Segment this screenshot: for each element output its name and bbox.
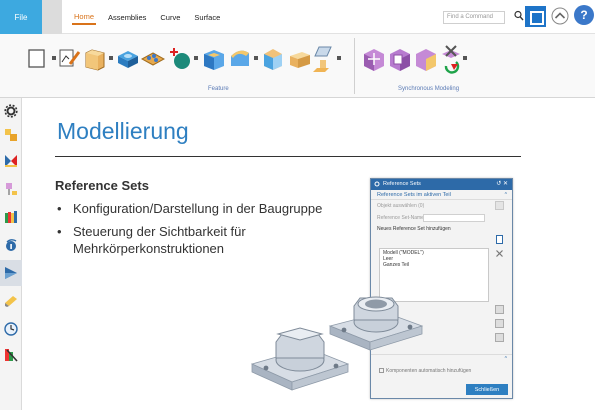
tab-home[interactable]: Home [72, 10, 97, 25]
bullet-item: Steuerung der Sichtbarkeit für Mehrkörpe… [55, 223, 345, 257]
help-icon[interactable]: ? [574, 5, 594, 25]
flange-parts-illustration [250, 296, 424, 391]
set-name-row[interactable]: Reference Set-Name [371, 212, 512, 224]
dropdown-icon[interactable] [463, 56, 467, 60]
ribbon-tabs: Home Assemblies Curve Surface [72, 0, 222, 34]
tab-assemblies[interactable]: Assemblies [106, 11, 148, 24]
list-item[interactable]: Ganzes Teil [383, 262, 485, 268]
unite-icon[interactable] [168, 44, 192, 74]
command-finder-input[interactable]: Find a Command [443, 11, 505, 24]
history-info-icon[interactable] [4, 238, 18, 252]
palette-icon[interactable] [4, 348, 18, 362]
search-icon[interactable] [514, 10, 524, 22]
info-icon[interactable] [495, 319, 504, 328]
dialog-section-header[interactable]: Reference Sets im aktiven Teil ^ [371, 190, 512, 200]
nx-window: File Home Assemblies Curve Surface Find … [0, 0, 595, 410]
synchronous-modeling-group-label: Synchronous Modeling [398, 86, 460, 92]
delete-icon[interactable] [495, 249, 504, 258]
flange-part [328, 296, 424, 351]
set-name-input[interactable] [423, 214, 485, 222]
offset-region-icon[interactable] [414, 44, 438, 74]
dialog-close-icon[interactable]: ↺ ✕ [496, 180, 508, 187]
dropdown-icon[interactable] [337, 56, 341, 60]
add-new-set-row[interactable]: Neues Reference Set hinzufügen [371, 224, 512, 234]
feature-group-label: Feature [208, 86, 229, 92]
file-menu-button[interactable]: File [0, 0, 42, 34]
new-set-icon[interactable] [495, 235, 504, 244]
window-toggle-icon[interactable] [525, 6, 546, 27]
assembly-navigator-icon[interactable] [4, 182, 18, 196]
hole-icon[interactable] [116, 44, 140, 74]
tab-curve[interactable]: Curve [158, 11, 182, 24]
select-object-row[interactable]: Objekt auswählen (0) [371, 200, 512, 212]
group-divider [354, 38, 355, 94]
chevron-up-icon[interactable]: ^ [505, 192, 507, 198]
properties-icon[interactable] [495, 305, 504, 314]
bullet-item: Konfiguration/Darstellung in der Baugrup… [55, 200, 345, 217]
sketch-navigator-icon[interactable] [4, 266, 18, 280]
draft-icon[interactable] [288, 44, 312, 74]
part-navigator-icon[interactable] [4, 128, 18, 142]
flange-part [250, 327, 350, 391]
tab-surface[interactable]: Surface [192, 11, 222, 24]
add-object-icon[interactable] [495, 201, 504, 210]
section-heading: Reference Sets [55, 178, 149, 193]
menu-bar: File Home Assemblies Curve Surface Find … [0, 0, 595, 34]
reuse-library-icon[interactable] [4, 210, 18, 224]
close-button[interactable]: Schließen [466, 384, 508, 395]
sketch-icon[interactable] [27, 44, 47, 74]
section-title: Reference Sets im aktiven Teil [377, 192, 451, 198]
select-object-label: Objekt auswählen (0) [377, 203, 425, 209]
roles-icon[interactable] [4, 294, 18, 308]
dropdown-icon[interactable] [254, 56, 258, 60]
pattern-feature-icon[interactable] [141, 44, 165, 74]
gear-icon [374, 181, 380, 187]
chevron-up-icon[interactable] [551, 7, 569, 25]
pull-face-icon[interactable] [388, 44, 412, 74]
dialog-title: Reference Sets [383, 181, 421, 187]
dropdown-icon[interactable] [109, 56, 113, 60]
chamfer-icon[interactable] [261, 44, 285, 74]
extrude-icon[interactable] [83, 44, 107, 74]
set-name-label: Reference Set-Name [377, 215, 424, 221]
resource-bar [0, 98, 22, 410]
dialog-title-bar: Reference Sets ↺ ✕ [371, 179, 512, 190]
dropdown-icon[interactable] [194, 56, 198, 60]
delete-face-icon[interactable] [440, 44, 462, 74]
constraint-navigator-icon[interactable] [4, 154, 18, 168]
bullet-list: Konfiguration/Darstellung in der Baugrup… [55, 200, 345, 263]
edit-icon[interactable] [495, 333, 504, 342]
title-divider [55, 156, 521, 157]
ribbon: Feature Synchronous Modeling [0, 34, 595, 98]
datum-plane-icon[interactable] [311, 44, 335, 74]
dropdown-icon[interactable] [52, 56, 56, 60]
gear-icon[interactable] [4, 104, 18, 118]
sketch-in-task-icon[interactable] [58, 44, 82, 74]
add-new-set-label: Neues Reference Set hinzufügen [377, 226, 451, 232]
shell-icon[interactable] [202, 44, 226, 74]
chevron-up-icon[interactable]: ^ [505, 356, 507, 362]
clock-icon[interactable] [4, 322, 18, 336]
move-face-icon[interactable] [362, 44, 386, 74]
edge-blend-icon[interactable] [228, 44, 252, 74]
quick-access-toolbar[interactable] [42, 0, 62, 34]
page-title: Modellierung [57, 118, 189, 144]
